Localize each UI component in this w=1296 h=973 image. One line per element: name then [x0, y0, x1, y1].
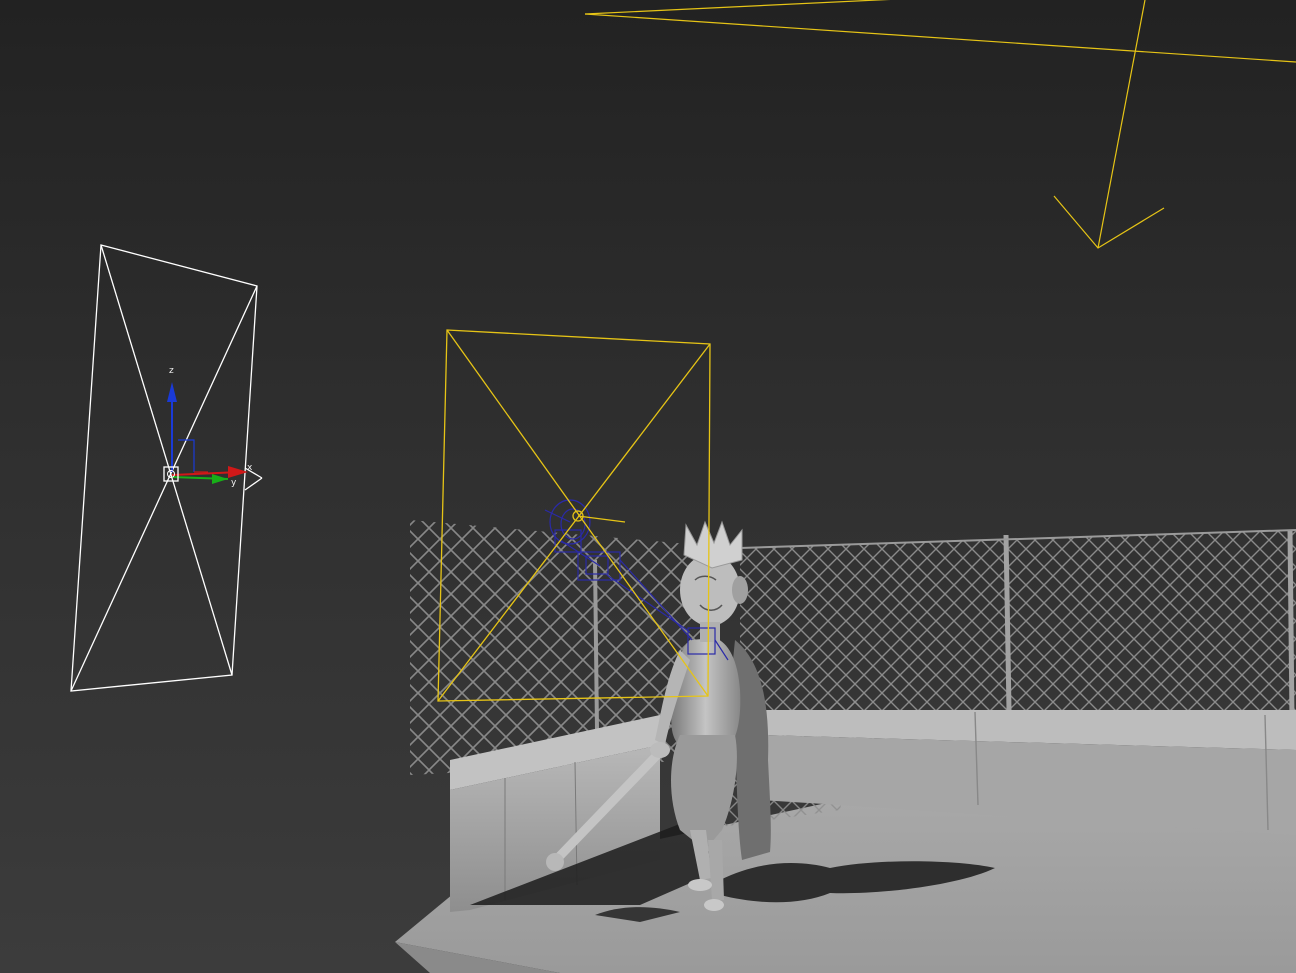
- 3d-viewport[interactable]: z x y: [0, 0, 1296, 973]
- gizmo-axis-y-label: y: [231, 478, 237, 488]
- directional-light[interactable]: [584, 0, 1296, 249]
- move-transform-gizmo-icon[interactable]: z x y: [163, 366, 253, 488]
- gizmo-axis-x-label: x: [247, 463, 253, 473]
- scene-canvas[interactable]: z x y: [0, 0, 1296, 973]
- gizmo-axis-z-label: z: [169, 366, 174, 376]
